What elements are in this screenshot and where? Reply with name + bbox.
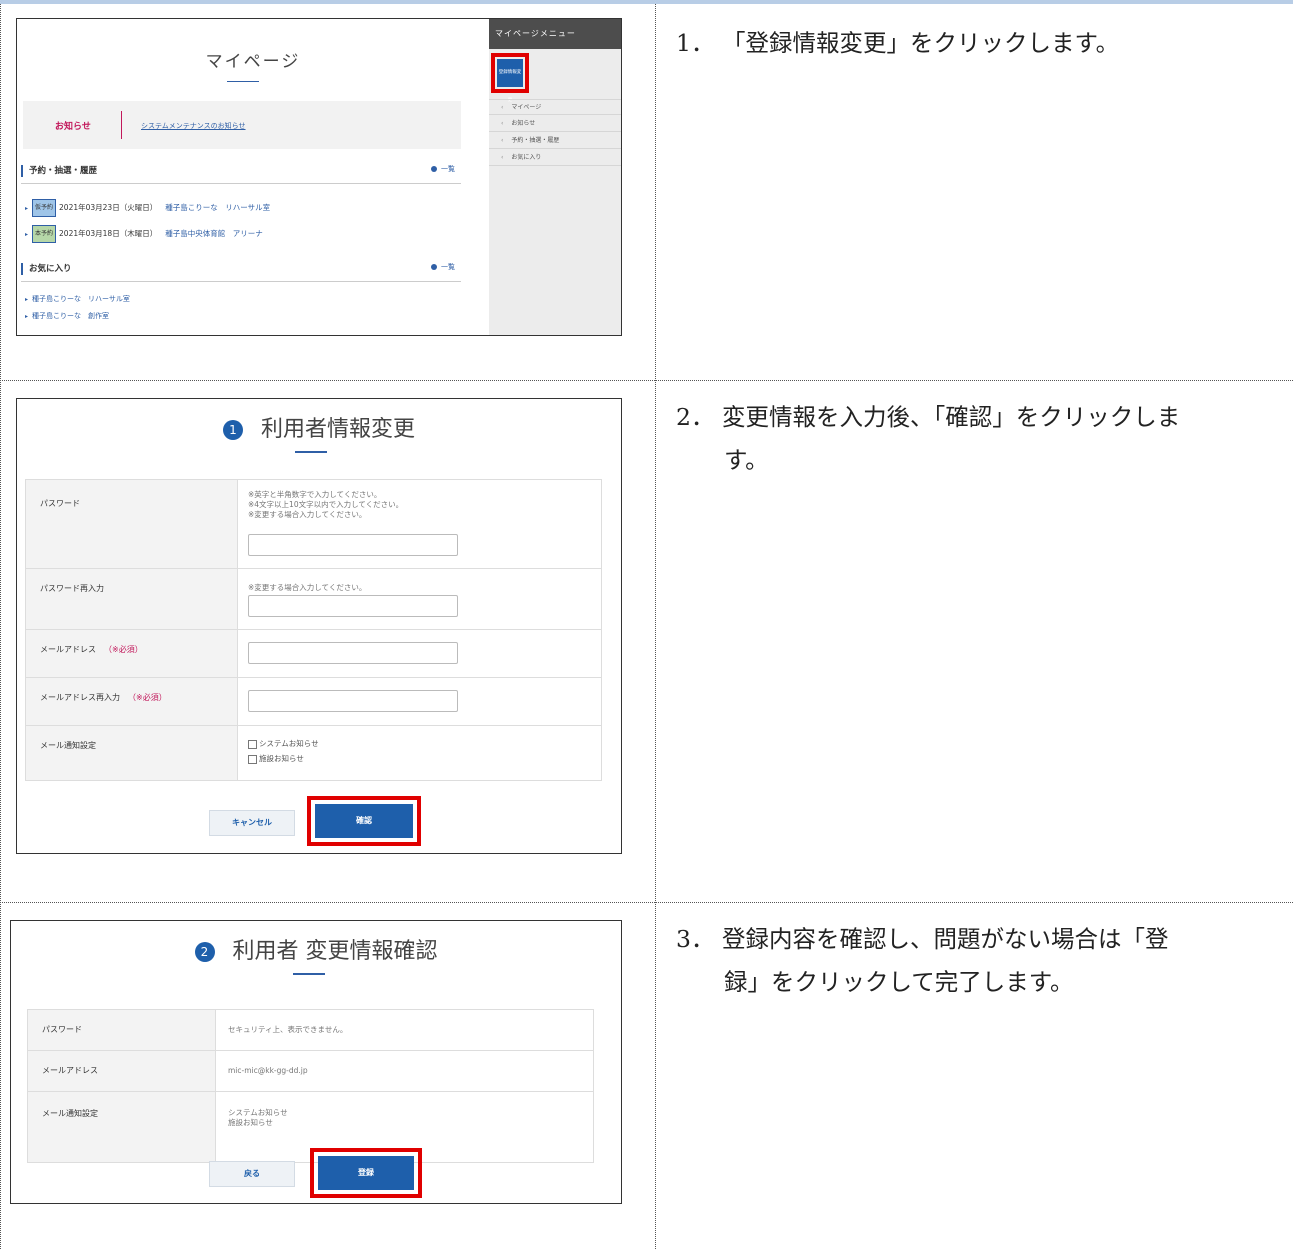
top-accent-bar — [0, 0, 1293, 4]
notification-options: システムお知らせ 施設お知らせ — [248, 736, 319, 766]
required-mark: （※必須） — [104, 645, 143, 654]
table-border-middle — [655, 4, 656, 1249]
favorites-more-link[interactable]: 一覧 — [431, 262, 455, 272]
sidebar-item-reservations[interactable]: ‹ 予約・抽選・履歴 — [489, 133, 621, 149]
favorite-item[interactable]: ▸ 種子島こりーな 創作室 — [25, 310, 109, 323]
notice-label: お知らせ — [55, 122, 91, 132]
step-3-instruction: 3． 登録内容を確認し、問題がない場合は「登 録」をクリックして完了します。 — [676, 925, 1169, 996]
arrow-icon — [431, 264, 437, 270]
notice-link[interactable]: システムメンテナンスのお知らせ — [141, 121, 246, 131]
password-input[interactable] — [248, 534, 458, 556]
system-notice-checkbox[interactable]: システムお知らせ — [248, 736, 319, 751]
email-confirm-input[interactable] — [248, 690, 458, 712]
password-value: セキュリティ上、表示できません。 — [228, 1025, 348, 1034]
edit-form-table: パスワード ※英字と半角数字で入力してください。 ※4文字以上10文字以内で入力… — [25, 479, 602, 781]
step-2-instruction: 2． 変更情報を入力後、「確認」をクリックしま す。 — [676, 403, 1181, 474]
page-title: マイページ — [205, 52, 301, 72]
reservation-facility[interactable]: 種子島中央体育館 アリーナ — [165, 229, 263, 238]
email-input[interactable] — [248, 642, 458, 664]
password-label: パスワード — [28, 1010, 216, 1050]
reservations-heading: 予約・抽選・履歴 — [21, 165, 97, 177]
reservation-date: 2021年03月23日（火曜日） — [59, 203, 158, 212]
chevron-left-icon: ‹ — [501, 137, 504, 144]
confirm-form-screenshot: 2 利用者 変更情報確認 パスワード セキュリティ上、表示できません。 メールアド… — [10, 920, 622, 1204]
password-confirm-input[interactable] — [248, 595, 458, 617]
checkbox-icon — [248, 739, 257, 749]
title-underline — [295, 451, 327, 453]
bullet-icon: ▸ — [25, 313, 29, 320]
password-confirm-label: パスワード再入力 — [26, 569, 238, 629]
form-title: 1 利用者情報変更 — [17, 411, 621, 443]
arrow-icon — [431, 166, 437, 172]
bullet-icon: ▸ — [25, 296, 29, 303]
menu-title: マイページメニュー — [489, 19, 621, 49]
back-button[interactable]: 戻る — [209, 1161, 295, 1187]
title-underline — [227, 81, 259, 82]
row-divider-1 — [0, 380, 1293, 381]
bullet-icon: ▸ — [25, 205, 29, 212]
status-badge: 本予約 — [32, 225, 57, 243]
step-1-instruction: 1． 「登録情報変更」をクリックします。 — [676, 29, 1120, 57]
step-number-badge: 1 — [222, 420, 243, 440]
bullet-icon: ▸ — [25, 231, 29, 238]
password-confirm-row: パスワード再入力 ※変更する場合入力してください。 — [26, 569, 601, 630]
divider — [21, 183, 461, 184]
edit-form-screenshot: 1 利用者情報変更 パスワード ※英字と半角数字で入力してください。 ※4文字以上… — [16, 398, 622, 854]
form-title: 2 利用者 変更情報確認 — [11, 933, 621, 965]
favorites-heading: お気に入り — [21, 263, 72, 275]
notification-row: メール通知設定 システムお知らせ 施設お知らせ — [26, 726, 601, 780]
step-number-badge: 2 — [194, 942, 215, 962]
password-label: パスワード — [26, 480, 238, 568]
row-divider-2 — [0, 902, 1293, 903]
required-mark: （※必須） — [128, 693, 167, 702]
chevron-left-icon: ‹ — [501, 154, 504, 161]
email-row: メールアドレス mic-mic@kk-gg-dd.jp — [28, 1051, 593, 1092]
confirm-table: パスワード セキュリティ上、表示できません。 メールアドレス mic-mic@k… — [27, 1009, 594, 1163]
notice-box: お知らせ システムメンテナンスのお知らせ — [23, 101, 461, 149]
favorite-item[interactable]: ▸ 種子島こりーな リハーサル室 — [25, 293, 130, 306]
sidebar-item-notices[interactable]: ‹ お知らせ — [489, 116, 621, 132]
reservation-item[interactable]: ▸ 本予約 2021年03月18日（木曜日） 種子島中央体育館 アリーナ — [25, 225, 263, 243]
notification-label: メール通知設定 — [26, 726, 238, 780]
sidebar-item-mypage[interactable]: ‹ マイページ — [489, 99, 621, 115]
email-label: メールアドレス （※必須） — [26, 630, 238, 677]
status-badge: 仮予約 — [32, 199, 57, 217]
password-confirm-note: ※変更する場合入力してください。 — [248, 583, 367, 592]
mypage-screenshot: マイページ お知らせ システムメンテナンスのお知らせ 予約・抽選・履歴 一覧 ▸… — [16, 18, 622, 336]
chevron-left-icon: ‹ — [501, 120, 504, 127]
table-border-left — [0, 4, 1, 1249]
password-row: パスワード ※英字と半角数字で入力してください。 ※4文字以上10文字以内で入力… — [26, 480, 601, 569]
facility-notice-checkbox[interactable]: 施設お知らせ — [248, 751, 319, 766]
highlight-box — [491, 53, 529, 93]
divider — [21, 281, 461, 282]
notification-label: メール通知設定 — [28, 1092, 216, 1162]
password-notes: ※英字と半角数字で入力してください。 ※4文字以上10文字以内で入力してください… — [248, 490, 404, 519]
email-confirm-row: メールアドレス再入力 （※必須） — [26, 678, 601, 726]
highlight-box — [307, 796, 421, 846]
sidebar-item-favorites[interactable]: ‹ お気に入り — [489, 150, 621, 166]
notification-values: システムお知らせ 施設お知らせ — [228, 1108, 288, 1127]
checkbox-icon — [248, 754, 257, 764]
password-row: パスワード セキュリティ上、表示できません。 — [28, 1010, 593, 1051]
chevron-left-icon: ‹ — [501, 104, 504, 111]
email-confirm-label: メールアドレス再入力 （※必須） — [26, 678, 238, 725]
reservation-date: 2021年03月18日（木曜日） — [59, 229, 158, 238]
reservations-more-link[interactable]: 一覧 — [431, 164, 455, 174]
notice-divider — [121, 111, 122, 139]
highlight-box — [310, 1148, 422, 1198]
reservation-facility[interactable]: 種子島こりーな リハーサル室 — [165, 203, 270, 212]
reservation-item[interactable]: ▸ 仮予約 2021年03月23日（火曜日） 種子島こりーな リハーサル室 — [25, 199, 270, 217]
title-underline — [293, 973, 325, 975]
email-value: mic-mic@kk-gg-dd.jp — [228, 1066, 308, 1075]
email-label: メールアドレス — [28, 1051, 216, 1091]
cancel-button[interactable]: キャンセル — [209, 810, 295, 836]
email-row: メールアドレス （※必須） — [26, 630, 601, 678]
